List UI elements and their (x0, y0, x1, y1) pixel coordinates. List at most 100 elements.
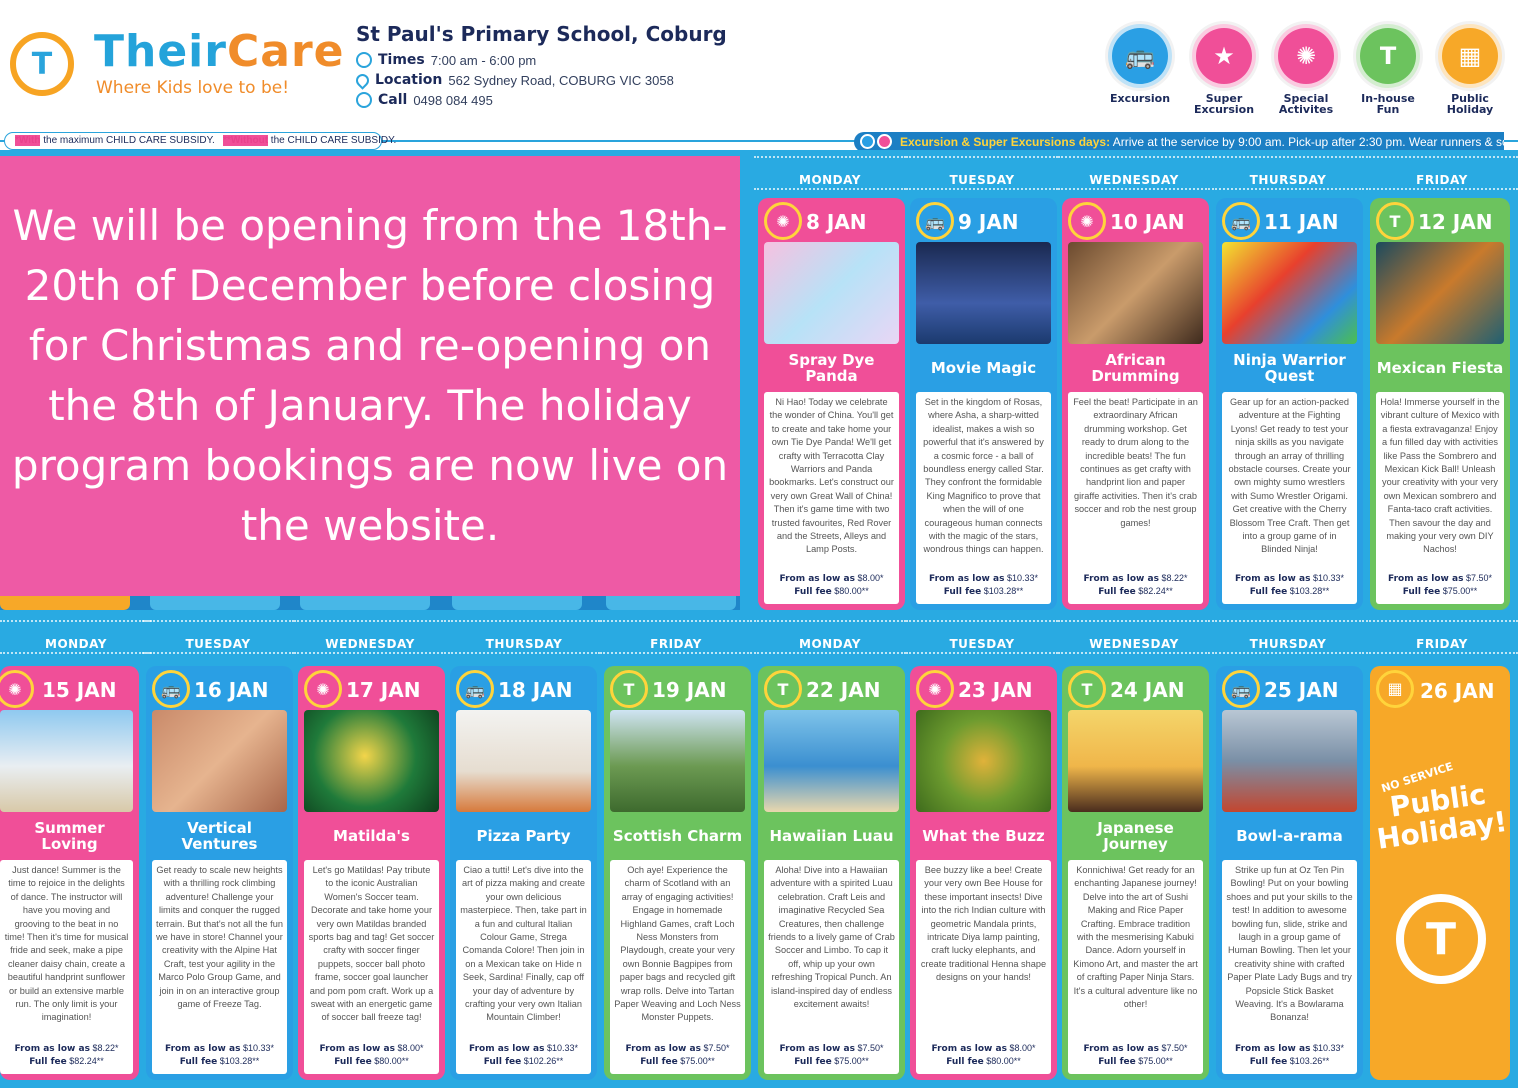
card-description-box: Ni Hao! Today we celebrate the wonder of… (764, 392, 899, 604)
theircare-icon: T (1356, 24, 1420, 88)
card-title: Spray Dye Panda (788, 351, 875, 385)
card-date: 26 JAN (1420, 679, 1495, 703)
card-description-box: Gear up for an action-packed adventure a… (1222, 392, 1357, 604)
card-description-box: Bee buzzy like a bee! Create your very o… (916, 860, 1051, 1074)
lightbulb-icon: ✺ (1068, 202, 1106, 240)
day-header-friday: FRIDAY (1366, 620, 1518, 654)
card-title: Scottish Charm (612, 827, 743, 845)
card-description: Aloha! Dive into a Hawaiian adventure wi… (768, 865, 895, 1010)
card-description-box: Och aye! Experience the charm of Scotlan… (610, 860, 745, 1074)
card-description-box: Set in the kingdom of Rosas, where Asha,… (916, 392, 1051, 604)
card-price: From as low as $8.22* Full fee $82.24** (14, 1043, 119, 1067)
calendar-icon: ▦ (1438, 24, 1502, 88)
activity-card-22-jan[interactable]: T 22 JAN Hawaiian Luau Aloha! Dive into … (758, 666, 905, 1080)
card-description-box: Strike up fun at Oz Ten Pin Bowling! Put… (1222, 860, 1357, 1074)
lightbulb-icon: ✺ (764, 202, 802, 240)
card-description: Bee buzzy like a bee! Create your very o… (920, 865, 1047, 983)
card-price: From as low as $10.33* Full fee $103.28** (929, 573, 1038, 597)
lightbulb-icon: ✺ (304, 670, 342, 708)
lightbulb-icon: ✺ (916, 670, 954, 708)
theircare-icon: T (1068, 670, 1106, 708)
bus-icon: 🚌 (1222, 670, 1260, 708)
card-description-box: Let's go Matildas! Pay tribute to the ic… (304, 860, 439, 1074)
card-date: 22 JAN (806, 678, 881, 702)
card-title: Hawaiian Luau (769, 827, 894, 845)
card-price: From as low as $10.33* Full fee $102.26** (469, 1043, 578, 1067)
legend-excursion: 🚌 Excursion (1100, 24, 1180, 104)
card-price: From as low as $7.50* Full fee $75.00** (625, 1043, 730, 1067)
card-date: 10 JAN (1110, 210, 1185, 234)
card-date: 8 JAN (806, 210, 867, 234)
card-date: 23 JAN (958, 678, 1033, 702)
activity-card-16-jan[interactable]: 🚌 16 JAN Vertical Ventures Get ready to … (146, 666, 293, 1080)
card-description-box: Aloha! Dive into a Hawaiian adventure wi… (764, 860, 899, 1074)
activity-card-11-jan[interactable]: 🚌 11 JAN Ninja Warrior Quest Gear up for… (1216, 198, 1363, 610)
theircare-icon: T (610, 670, 648, 708)
card-description-box: Just dance! Summer is the time to rejoic… (0, 860, 133, 1074)
activity-card-12-jan[interactable]: T 12 JAN Mexican Fiesta Hola! Immerse yo… (1370, 198, 1510, 610)
theircare-logo-icon: T (1396, 894, 1486, 984)
notice-footer (0, 596, 740, 610)
activity-photo (1376, 242, 1504, 344)
bus-icon: 🚌 (1108, 24, 1172, 88)
phone-icon (356, 92, 372, 108)
bus-icon: 🚌 (916, 202, 954, 240)
card-title: Movie Magic (930, 359, 1037, 377)
card-date: 15 JAN (42, 678, 117, 702)
card-description: Ciao a tutti! Let's dive into the art of… (460, 865, 587, 1023)
clock-icon (356, 52, 372, 68)
card-description: Gear up for an action-packed adventure a… (1228, 397, 1351, 555)
activity-card-17-jan[interactable]: ✺ 17 JAN Matilda's Let's go Matildas! Pa… (298, 666, 445, 1080)
legend-inhouse-fun: T In-house Fun (1348, 24, 1428, 115)
day-header-thursday: THURSDAY (448, 620, 600, 654)
day-header-tuesday: TUESDAY (142, 620, 294, 654)
activity-photo (1222, 242, 1357, 344)
card-date: 16 JAN (194, 678, 269, 702)
brand-tagline: Where Kids love to be! (96, 78, 290, 98)
card-date: 18 JAN (498, 678, 573, 702)
activity-card-25-jan[interactable]: 🚌 25 JAN Bowl-a-rama Strike up fun at Oz… (1216, 666, 1363, 1080)
day-header-monday: MONDAY (0, 620, 152, 654)
card-title: Japanese Journey (1097, 819, 1174, 853)
activity-card-19-jan[interactable]: T 19 JAN Scottish Charm Och aye! Experie… (604, 666, 751, 1080)
day-header-wednesday: WEDNESDAY (1058, 620, 1210, 654)
card-date: 17 JAN (346, 678, 421, 702)
star-icon (877, 134, 892, 149)
activity-card-8-jan[interactable]: ✺ 8 JAN Spray Dye Panda Ni Hao! Today we… (758, 198, 905, 610)
card-price: From as low as $10.33* Full fee $103.28** (165, 1043, 274, 1067)
activity-photo (0, 710, 133, 812)
activity-card-18-jan[interactable]: 🚌 18 JAN Pizza Party Ciao a tutti! Let's… (450, 666, 597, 1080)
theircare-icon: T (764, 670, 802, 708)
card-description-box: Ciao a tutti! Let's dive into the art of… (456, 860, 591, 1074)
public-holiday-card: ▦ 26 JAN NO SERVICE Public Holiday! T (1370, 666, 1510, 1080)
excursion-note: Excursion & Super Excursions days: Arriv… (854, 132, 1504, 152)
card-date: 24 JAN (1110, 678, 1185, 702)
activity-card-10-jan[interactable]: ✺ 10 JAN African Drumming Feel the beat!… (1062, 198, 1209, 610)
activity-photo (916, 242, 1051, 344)
legend-super-excursion: ★ Super Excursion (1184, 24, 1264, 115)
activity-photo (1068, 710, 1203, 812)
card-price: From as low as $7.50* Full fee $75.00** (779, 1043, 884, 1067)
card-price: From as low as $10.33* Full fee $103.26** (1235, 1043, 1344, 1067)
closure-notice: We will be opening from the 18th-20th of… (0, 156, 740, 598)
card-price: From as low as $7.50* Full fee $75.00** (1388, 573, 1492, 597)
lightbulb-icon: ✺ (1274, 24, 1338, 88)
card-description: Just dance! Summer is the time to rejoic… (4, 865, 129, 1023)
day-header-friday: FRIDAY (1366, 156, 1518, 190)
activity-photo (1068, 242, 1203, 344)
activity-card-9-jan[interactable]: 🚌 9 JAN Movie Magic Set in the kingdom o… (910, 198, 1057, 610)
theircare-icon: T (1376, 202, 1414, 240)
activity-card-24-jan[interactable]: T 24 JAN Japanese Journey Konnichiwa! Ge… (1062, 666, 1209, 1080)
card-description-box: Get ready to scale new heights with a th… (152, 860, 287, 1074)
activity-card-23-jan[interactable]: ✺ 23 JAN What the Buzz Bee buzzy like a … (910, 666, 1057, 1080)
day-header-monday: MONDAY (754, 156, 906, 190)
card-price: From as low as $8.22* Full fee $82.24** (1083, 573, 1188, 597)
day-header-wednesday: WEDNESDAY (1058, 156, 1210, 190)
calendar-icon: ▦ (1376, 670, 1414, 708)
card-price: From as low as $8.00* Full fee $80.00** (319, 1043, 424, 1067)
card-price: From as low as $8.00* Full fee $80.00** (931, 1043, 1036, 1067)
day-header-tuesday: TUESDAY (906, 620, 1058, 654)
card-title: African Drumming (1091, 351, 1180, 385)
activity-card-15-jan[interactable]: ✺ 15 JAN Summer Loving Just dance! Summe… (0, 666, 139, 1080)
legend-special-activities: ✺ Special Activites (1266, 24, 1346, 115)
